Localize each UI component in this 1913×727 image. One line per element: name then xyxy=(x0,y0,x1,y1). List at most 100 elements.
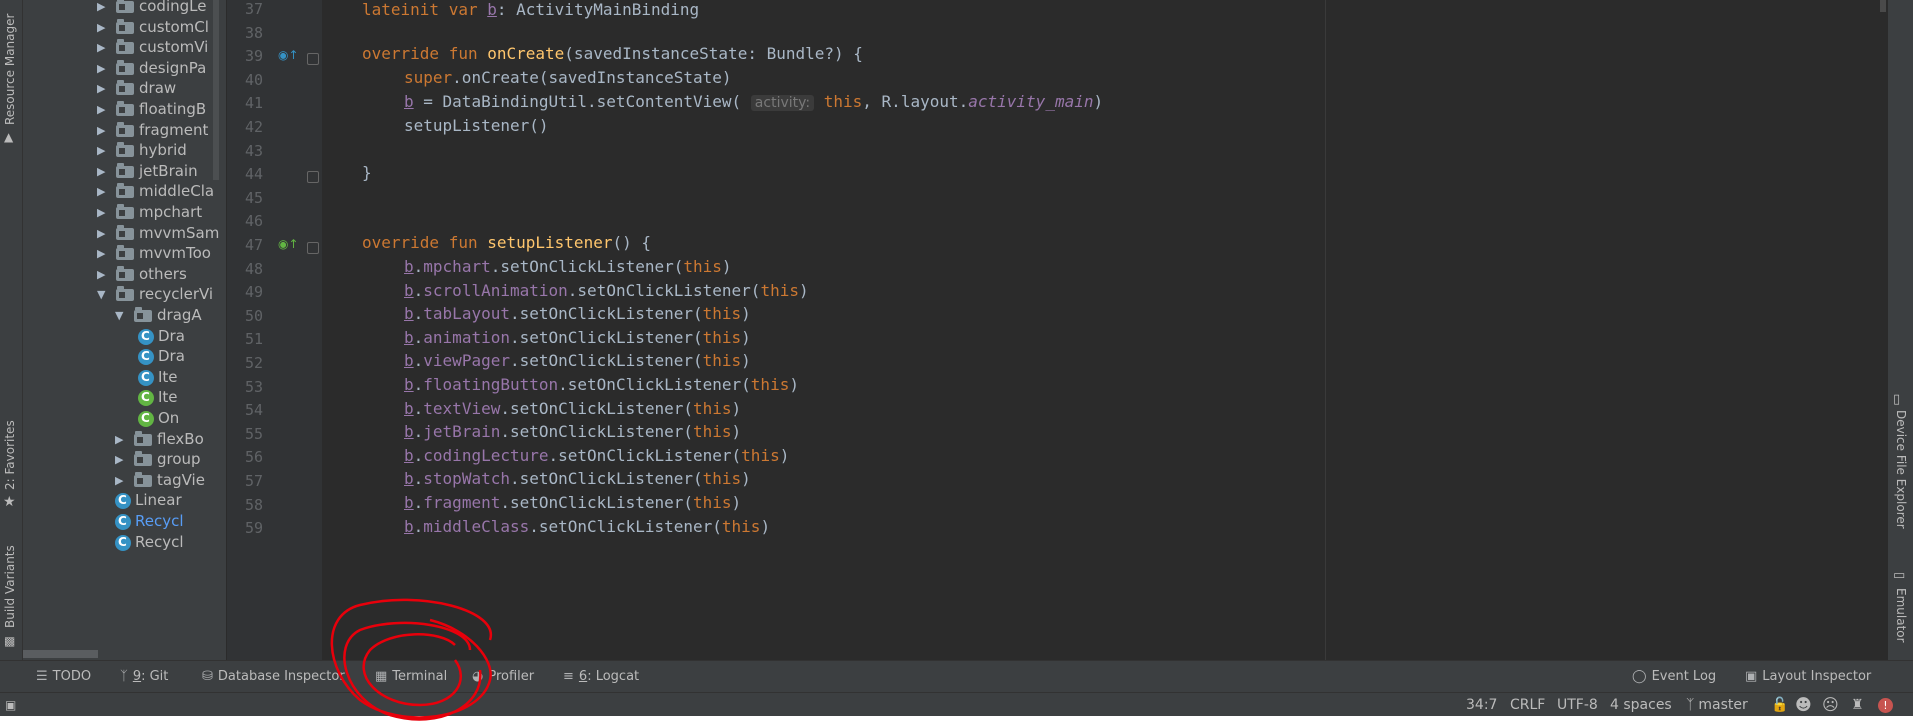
code-text: . xyxy=(413,351,424,371)
line-number: 55 xyxy=(244,424,263,443)
variable-b: b xyxy=(404,327,414,347)
property-name: middleClass xyxy=(423,516,530,536)
line-number: 45 xyxy=(244,188,263,207)
variable-b: b xyxy=(404,351,414,371)
line-number: 40 xyxy=(244,70,263,89)
code-text: . xyxy=(413,469,424,489)
code-line: b.textView.setOnClickListener(this) xyxy=(404,396,741,422)
file-encoding[interactable]: UTF-8 xyxy=(1557,693,1598,716)
code-text: (savedInstanceState: Bundle?) { xyxy=(564,44,863,63)
line-separator[interactable]: CRLF xyxy=(1510,693,1545,716)
line-number: 49 xyxy=(244,283,263,302)
property-name: codingLecture xyxy=(423,445,549,465)
code-text: ) xyxy=(731,422,742,442)
code-text: . xyxy=(413,327,424,347)
right-tool-strip: ▯ Device File Explorer ▭ Emulator xyxy=(1888,0,1913,660)
line-number: 43 xyxy=(244,141,263,160)
code-text: .setOnClickListener( xyxy=(500,493,693,512)
inspector-hat-icon[interactable]: ♜ xyxy=(1851,693,1864,716)
folder-icon xyxy=(134,471,152,487)
code-text: ) xyxy=(779,445,790,465)
layout-inspector-tab[interactable]: ▣ Layout Inspector xyxy=(1745,661,1871,693)
profiler-icon: ◕ xyxy=(472,669,484,684)
code-text: ) xyxy=(789,375,799,394)
sad-face-icon[interactable]: ☹ xyxy=(1822,693,1839,716)
error-indicator-icon[interactable]: ! xyxy=(1878,693,1893,716)
folder-icon xyxy=(134,451,152,467)
folder-icon xyxy=(116,39,134,55)
code-text: . xyxy=(413,445,424,465)
override-marker-icon[interactable]: ◉↑ xyxy=(278,237,299,251)
indent-setting[interactable]: 4 spaces xyxy=(1610,693,1672,716)
code-line-39: override fun onCreate(savedInstanceState… xyxy=(362,41,863,67)
folder-icon xyxy=(116,18,134,34)
tree-item[interactable]: Recycl xyxy=(23,530,226,555)
editor-vertical-scrollbar[interactable] xyxy=(1876,0,1888,660)
property-name: animation xyxy=(423,327,510,347)
code-text: .setOnClickListener( xyxy=(500,422,693,442)
code-text: . xyxy=(413,257,424,276)
logcat-tab[interactable]: ≡ 6: Logcat xyxy=(563,661,639,693)
branch-icon: ᛉ xyxy=(120,669,128,684)
parameter-hint: activity: xyxy=(750,95,815,111)
terminal-tab[interactable]: ▦ Terminal xyxy=(375,661,447,693)
folder-icon xyxy=(134,307,152,322)
left-tool-strip: Resource Manager ▲ 2: Favorites ★ Build … xyxy=(0,0,23,660)
kotlin-class-icon xyxy=(115,488,131,513)
property-name: viewPager xyxy=(423,351,510,371)
code-line-42: setupListener() xyxy=(404,113,549,139)
variable-b: b xyxy=(404,375,414,394)
logcat-label: : Logcat xyxy=(587,669,640,684)
layout-inspector-label: Layout Inspector xyxy=(1762,669,1872,684)
toggle-panels-icon[interactable]: ▣ xyxy=(5,693,16,716)
code-editor[interactable]: lateinit var b: ActivityMainBinding over… xyxy=(322,0,1876,660)
property-name: floatingButton xyxy=(423,375,559,394)
property-name: mpchart xyxy=(423,257,491,276)
variable-b: b xyxy=(404,304,414,324)
code-line: b.jetBrain.setOnClickListener(this) xyxy=(404,419,741,445)
git-branch-widget[interactable]: ᛉ master xyxy=(1686,693,1748,716)
keyword: this xyxy=(814,92,863,111)
property-name: tabLayout xyxy=(423,304,510,324)
folder-icon xyxy=(116,245,134,261)
profiler-tab[interactable]: ◕ Profiler xyxy=(472,661,534,693)
code-text: ) xyxy=(1093,92,1104,111)
tree-scrollbar[interactable] xyxy=(213,0,219,180)
caret-position[interactable]: 34:7 xyxy=(1466,693,1497,716)
git-tab[interactable]: ᛉ 9: Git xyxy=(120,661,168,693)
build-variants-tab[interactable]: Build Variants ▩ xyxy=(0,530,22,650)
database-inspector-tab[interactable]: ⛁ Database Inspector xyxy=(202,661,345,693)
code-text: ) xyxy=(741,327,751,347)
device-icon: ▯ xyxy=(1893,392,1901,407)
line-number: 58 xyxy=(244,495,263,514)
database-inspector-label: Database Inspector xyxy=(217,669,345,684)
fold-marker-icon[interactable] xyxy=(307,53,319,66)
device-file-explorer-tab[interactable]: Device File Explorer xyxy=(1894,410,1908,529)
folder-icon xyxy=(134,430,152,446)
fold-marker-icon[interactable] xyxy=(307,171,319,184)
editor-scroll-thumb[interactable] xyxy=(1880,0,1886,12)
override-marker-icon[interactable]: ◉↑ xyxy=(278,48,299,62)
code-text: = DataBindingUtil.setContentView( xyxy=(413,92,751,111)
keyword: this xyxy=(693,493,732,512)
code-line: b.scrollAnimation.setOnClickListener(thi… xyxy=(404,278,809,304)
fold-marker-icon[interactable] xyxy=(307,242,319,254)
todo-tab[interactable]: ☰ TODO xyxy=(36,661,91,693)
line-number: 47 xyxy=(244,236,263,254)
code-text: .setOnClickListener( xyxy=(509,327,703,347)
folder-icon xyxy=(116,204,134,219)
tree-horizontal-scrollbar[interactable] xyxy=(23,650,98,658)
line-number: 48 xyxy=(244,259,263,278)
variable-b: b xyxy=(404,445,414,465)
resource-manager-tab[interactable]: Resource Manager ▲ xyxy=(0,0,22,144)
event-log-tab[interactable]: ◯ Event Log xyxy=(1632,661,1716,693)
code-text: .setOnClickListener( xyxy=(548,445,742,465)
folder-icon xyxy=(116,183,134,199)
lock-icon[interactable]: 🔓 xyxy=(1771,693,1788,716)
favorites-tab[interactable]: 2: Favorites ★ xyxy=(0,410,22,510)
emulator-tab[interactable]: Emulator xyxy=(1894,588,1908,643)
happy-face-icon[interactable]: ☻ xyxy=(1795,693,1812,716)
code-text: . xyxy=(413,493,424,512)
code-text: .setOnClickListener( xyxy=(558,375,751,394)
star-icon: ★ xyxy=(3,494,16,510)
